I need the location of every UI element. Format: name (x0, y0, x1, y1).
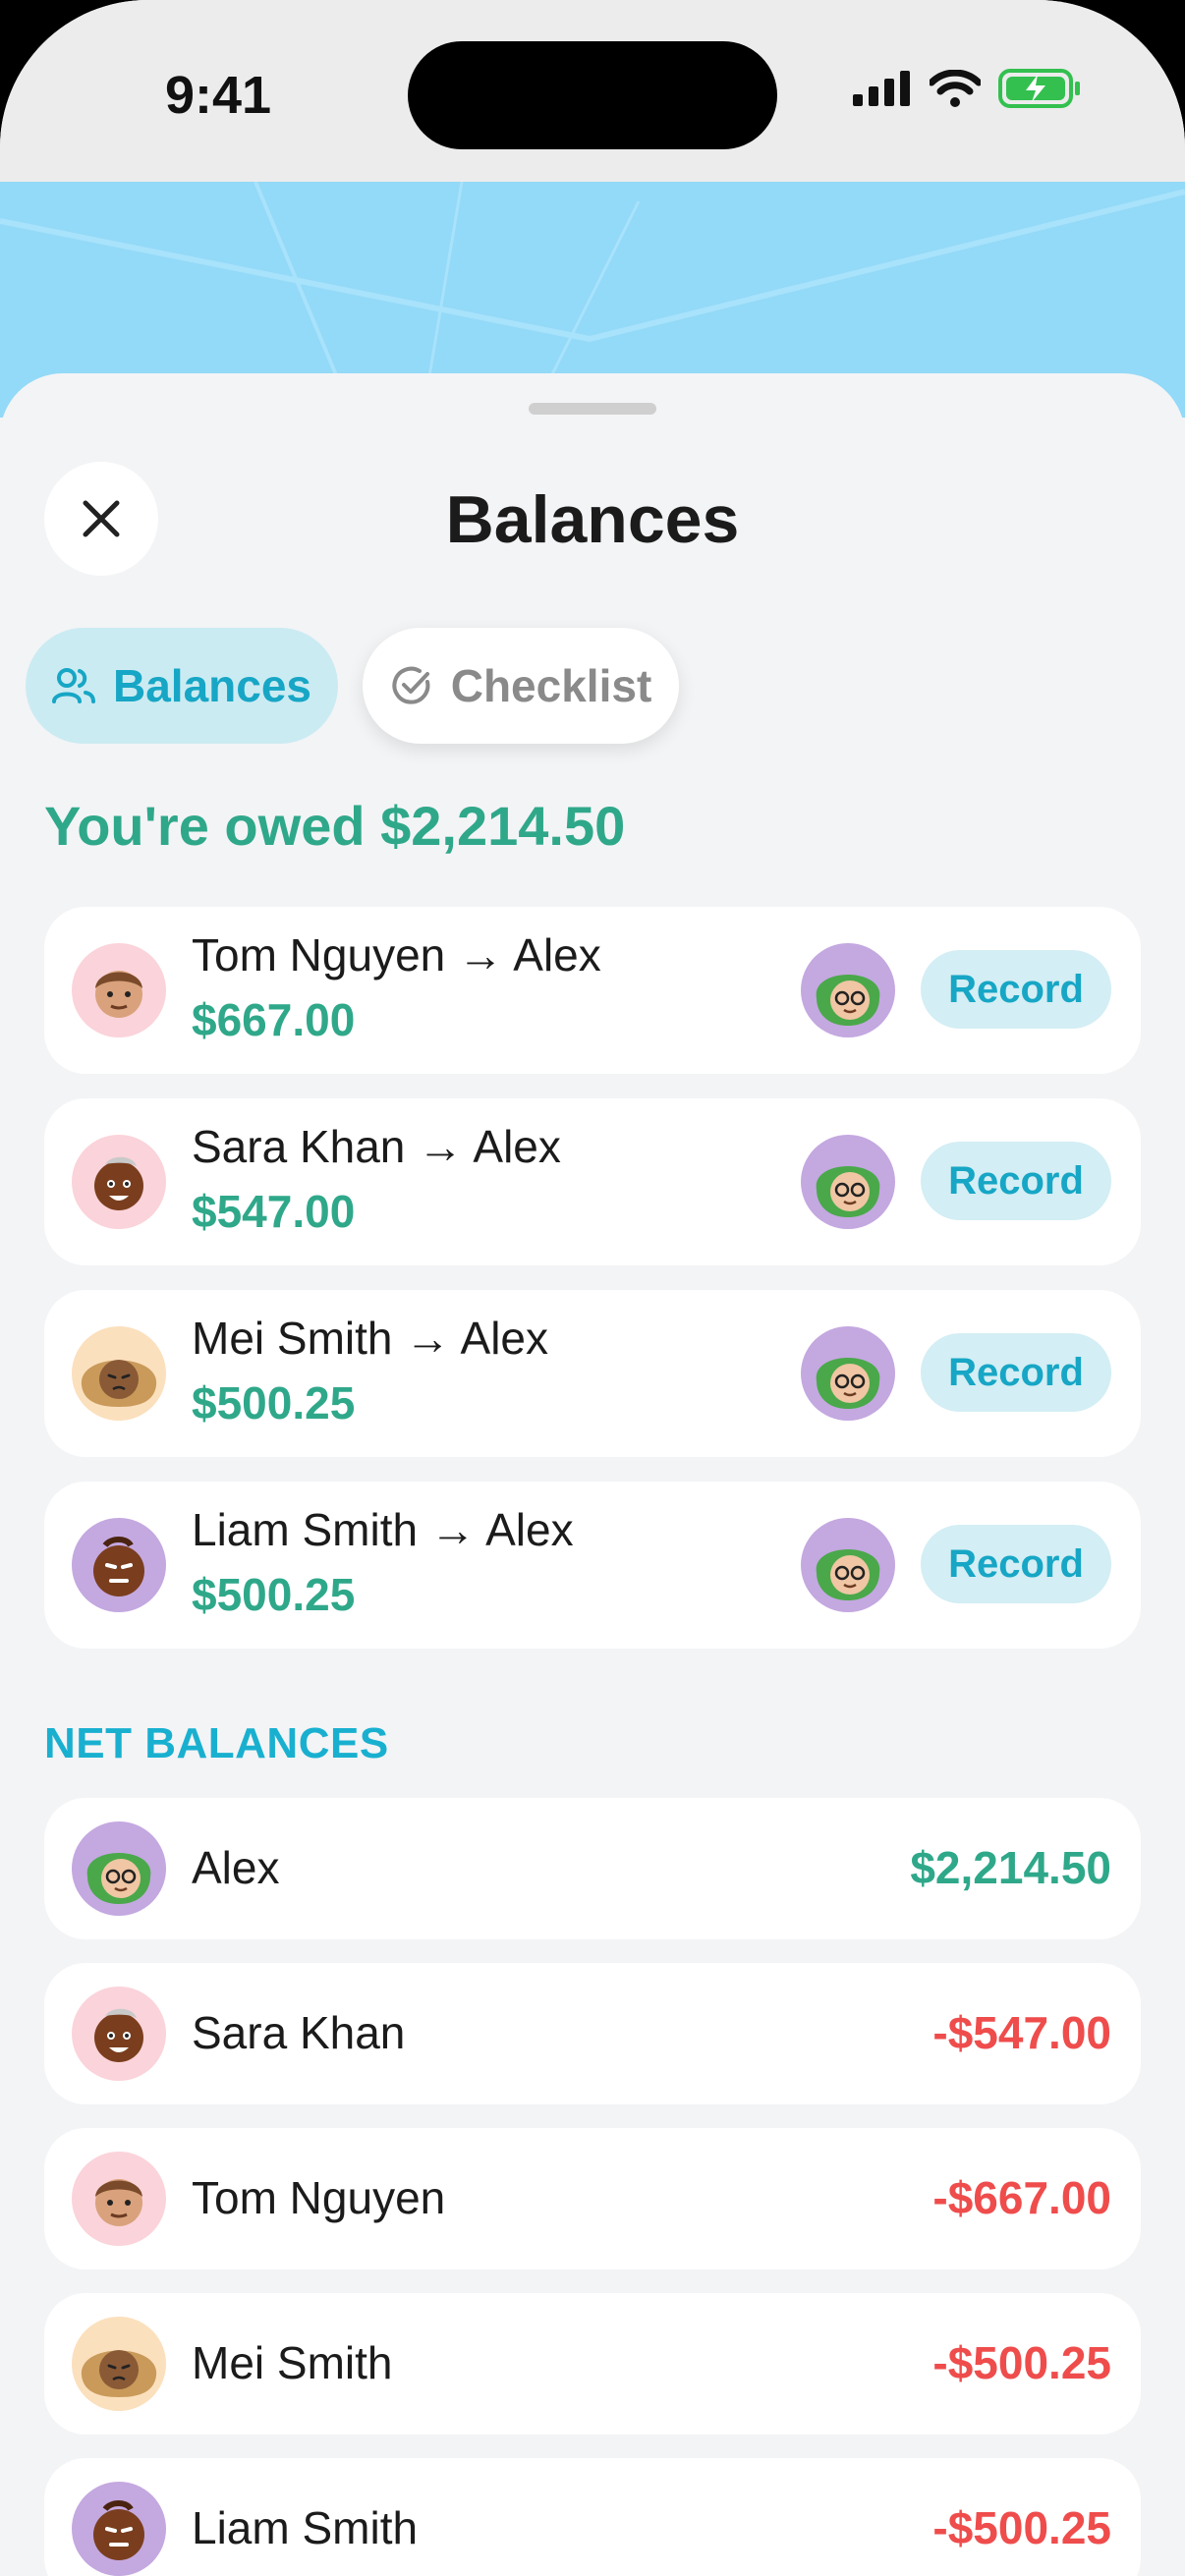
record-button[interactable]: Record (921, 1333, 1111, 1412)
net-balance-row: Tom Nguyen -$667.00 (44, 2128, 1141, 2269)
debt-amount: $667.00 (192, 994, 356, 1045)
net-balance-row: Liam Smith -$500.25 (44, 2458, 1141, 2576)
avatar-alex (801, 943, 895, 1037)
record-button[interactable]: Record (921, 950, 1111, 1029)
net-amount: -$500.25 (932, 2337, 1111, 2388)
net-name: Alex (192, 1842, 280, 1893)
tab-checklist[interactable]: Checklist (363, 628, 679, 744)
avatar-alex (801, 1135, 895, 1229)
avatar-alex (801, 1518, 895, 1612)
debt-card: Tom Nguyen → Alex $667.00 Record (44, 907, 1141, 1074)
avatar-alex (801, 1326, 895, 1421)
net-name: Tom Nguyen (192, 2172, 446, 2223)
avatar-mei (72, 2317, 166, 2411)
status-time: 9:41 (165, 66, 272, 125)
status-icons (853, 69, 1081, 108)
debt-amount: $500.25 (192, 1377, 356, 1428)
sheet-title: Balances (445, 482, 740, 557)
net-amount: -$547.00 (932, 2007, 1111, 2058)
debt-card: Sara Khan → Alex $547.00 Record (44, 1098, 1141, 1265)
sheet-grabber[interactable] (529, 403, 656, 415)
avatar-alex (72, 1821, 166, 1916)
balances-sheet: Balances Balances Checklist You're owed … (0, 373, 1185, 2576)
signal-icon (853, 71, 910, 106)
debt-title: Liam Smith → Alex (192, 1504, 574, 1555)
dynamic-island (408, 41, 777, 149)
check-circle-icon (392, 666, 430, 704)
debt-card: Liam Smith → Alex $500.25 Record (44, 1482, 1141, 1649)
net-balance-row: Sara Khan -$547.00 (44, 1963, 1141, 2104)
net-balances-header: NET BALANCES (44, 1719, 389, 1767)
net-name: Mei Smith (192, 2337, 393, 2388)
record-button[interactable]: Record (921, 1142, 1111, 1220)
net-amount: -$500.25 (932, 2502, 1111, 2553)
people-icon (51, 668, 95, 703)
debt-title: Sara Khan → Alex (192, 1121, 561, 1172)
net-amount: -$667.00 (932, 2172, 1111, 2223)
avatar-liam (72, 1518, 166, 1612)
debt-amount: $547.00 (192, 1186, 356, 1237)
record-button[interactable]: Record (921, 1525, 1111, 1603)
net-balance-row: Mei Smith -$500.25 (44, 2293, 1141, 2435)
debt-title: Mei Smith → Alex (192, 1313, 548, 1364)
tab-label: Checklist (450, 660, 652, 711)
debt-amount: $500.25 (192, 1569, 356, 1620)
debt-card: Mei Smith → Alex $500.25 Record (44, 1290, 1141, 1457)
net-balance-row: Alex $2,214.50 (44, 1798, 1141, 1939)
net-amount: $2,214.50 (910, 1842, 1111, 1893)
avatar-mei (72, 1326, 166, 1421)
avatar-sara (72, 1135, 166, 1229)
debt-title: Tom Nguyen → Alex (192, 929, 601, 980)
phone-screen: 9:41 Balances Balances Checklist You're … (0, 0, 1185, 2576)
battery-charging-icon (998, 69, 1080, 108)
tab-label: Balances (112, 660, 311, 711)
avatar-liam (72, 2482, 166, 2576)
tab-balances[interactable]: Balances (26, 628, 338, 744)
avatar-sara (72, 1987, 166, 2081)
owed-summary: You're owed $2,214.50 (44, 795, 626, 857)
status-bar: 9:41 (0, 0, 1185, 182)
avatar-tom (72, 943, 166, 1037)
avatar-tom (72, 2152, 166, 2246)
wifi-icon (930, 70, 981, 107)
net-name: Sara Khan (192, 2007, 406, 2058)
net-name: Liam Smith (192, 2502, 419, 2553)
